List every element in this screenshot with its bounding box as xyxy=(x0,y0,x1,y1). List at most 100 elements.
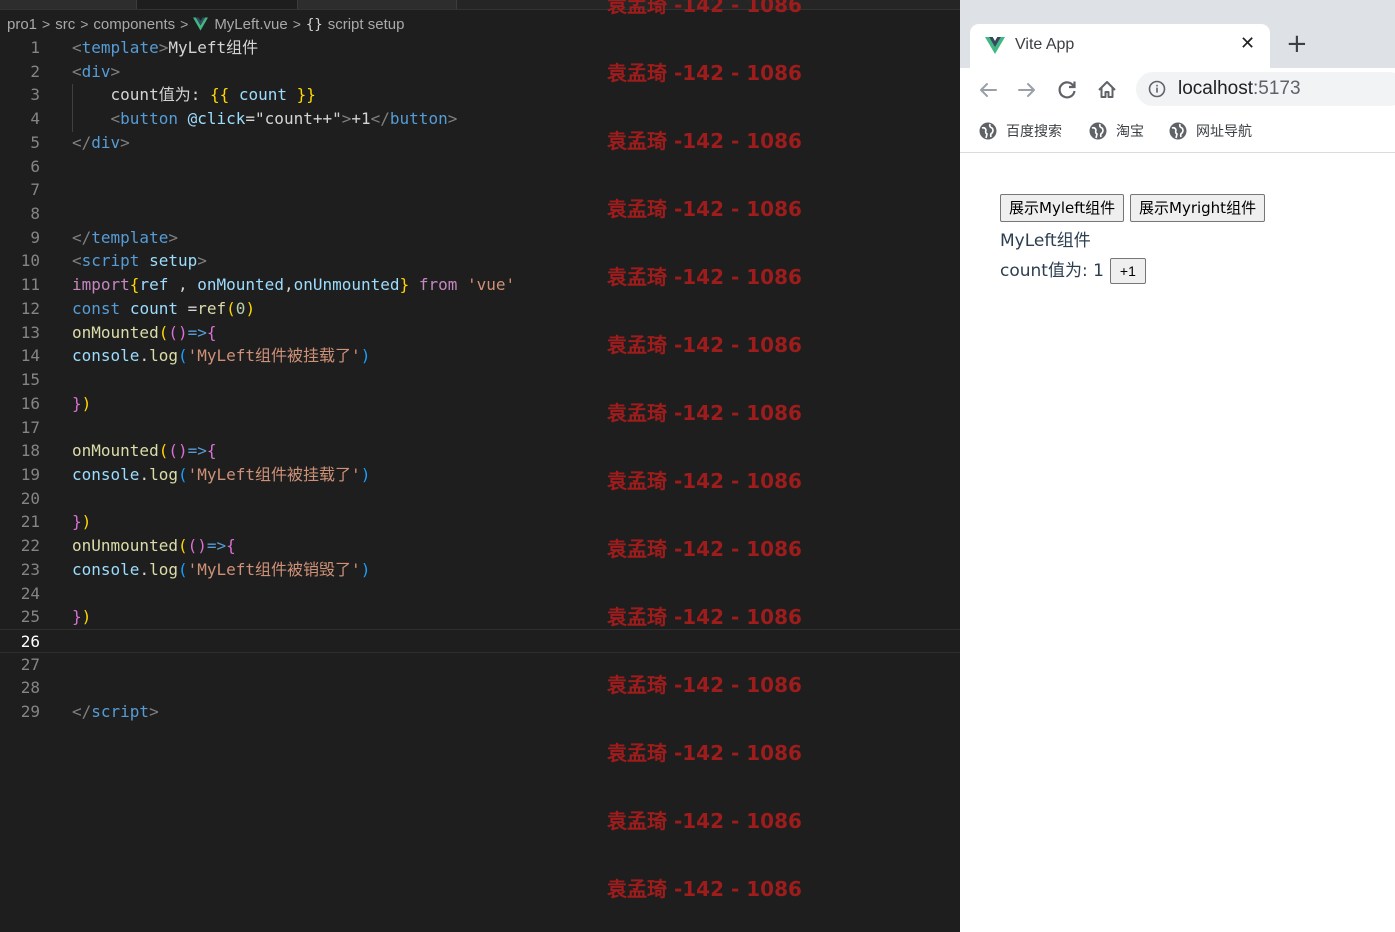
line-text: import{ref , onMounted,onUnmounted} from… xyxy=(72,273,515,297)
browser-tab[interactable]: Vite App ✕ xyxy=(970,24,1270,68)
code-line[interactable]: 1 <template>MyLeft组件 xyxy=(0,36,960,60)
forward-arrow-icon[interactable] xyxy=(1013,76,1041,104)
line-text: count值为: {{ count }} xyxy=(72,83,316,107)
line-text: <script setup> xyxy=(72,249,207,273)
code-line[interactable]: 8 xyxy=(0,202,960,226)
chevron-right-icon: > xyxy=(292,16,301,32)
code-line[interactable]: 29 </script> xyxy=(0,700,960,724)
code-line[interactable]: 23 console.log('MyLeft组件被销毁了') xyxy=(0,558,960,582)
show-myleft-button[interactable]: 展示Myleft组件 xyxy=(1000,194,1125,222)
bookmark-navigation[interactable]: 网址导航 xyxy=(1169,121,1252,143)
code-line[interactable]: 28 xyxy=(0,676,960,700)
code-line[interactable]: 3 count值为: {{ count }} xyxy=(0,83,960,107)
bookmark-baidu[interactable]: 百度搜索 xyxy=(979,121,1062,143)
code-token: () xyxy=(168,322,188,342)
back-arrow-icon[interactable] xyxy=(974,76,1002,104)
line-number: 28 xyxy=(20,678,40,698)
code-line[interactable]: 22 onUnmounted(()=>{ xyxy=(0,534,960,558)
tab-close-icon[interactable]: ✕ xyxy=(1240,34,1255,54)
code-line[interactable]: 21}) xyxy=(0,510,960,534)
code-token: 0 xyxy=(235,298,246,318)
code-token: , xyxy=(283,275,294,295)
line-number: 3 xyxy=(30,85,40,105)
code-token: ) xyxy=(81,607,92,627)
code-token: </ xyxy=(72,702,92,722)
code-line[interactable]: 18 onMounted(()=>{ xyxy=(0,439,960,463)
code-line[interactable]: 17 xyxy=(0,416,960,440)
code-line[interactable]: 2 <div> xyxy=(0,60,960,84)
line-number: 17 xyxy=(20,417,40,437)
reload-icon[interactable] xyxy=(1053,76,1081,104)
code-token: ) xyxy=(360,559,371,579)
bookmarks-bar: 百度搜索 淘宝 网址导航 xyxy=(960,112,1395,153)
line-number: 14 xyxy=(20,346,40,366)
bookmark-taobao[interactable]: 淘宝 xyxy=(1089,121,1144,143)
page-content: 展示Myleft组件 展示Myright组件 MyLeft组件 count值为:… xyxy=(960,153,1395,932)
code-line[interactable]: 11 import{ref , onMounted,onUnmounted} fr… xyxy=(0,273,960,297)
code-token: } xyxy=(399,275,410,295)
code-line[interactable]: 24 xyxy=(0,582,960,606)
code-token: }} xyxy=(296,85,316,105)
code-token: ) xyxy=(245,298,256,318)
show-myright-button[interactable]: 展示Myright组件 xyxy=(1130,194,1266,222)
code-token: const xyxy=(72,298,121,318)
breadcrumb-folder-src[interactable]: src xyxy=(55,16,75,33)
code-token: onMounted xyxy=(72,322,159,342)
line-number: 29 xyxy=(20,702,40,722)
code-token: . xyxy=(139,464,150,484)
code-token: { xyxy=(226,536,236,556)
line-number: 16 xyxy=(20,393,40,413)
watermark-text: 袁孟琦 -142 - 1086 xyxy=(607,741,802,765)
site-info-icon[interactable] xyxy=(1148,80,1166,102)
line-text: }) xyxy=(72,392,91,416)
editor-tab[interactable] xyxy=(0,0,137,9)
code-line[interactable]: 5 </div> xyxy=(0,131,960,155)
code-editor[interactable]: pro1 > src > components > MyLeft.vue >{} script … xyxy=(0,0,960,932)
breadcrumb-file[interactable]: MyLeft.vue xyxy=(214,16,287,33)
code-line[interactable]: 16}) xyxy=(0,392,960,416)
code-token: } xyxy=(72,607,82,627)
code-line[interactable]: 4 <button @click="count++">+1</button> xyxy=(0,107,960,131)
line-text: onMounted(()=>{ xyxy=(72,439,217,463)
new-tab-button[interactable]: + xyxy=(1286,30,1308,58)
code-token: +1 xyxy=(351,109,371,129)
code-token: > xyxy=(120,132,130,152)
code-line[interactable]: 7 xyxy=(0,178,960,202)
code-line[interactable]: 15 xyxy=(0,368,960,392)
code-line[interactable]: 14 console.log('MyLeft组件被挂载了') xyxy=(0,344,960,368)
code-token: > xyxy=(110,61,121,81)
line-text: console.log('MyLeft组件被挂载了') xyxy=(72,463,370,487)
code-line[interactable]: 20 xyxy=(0,487,960,511)
code-line[interactable]: 25}) xyxy=(0,605,960,629)
code-token: > xyxy=(149,702,159,722)
code-line[interactable]: 9 </template> xyxy=(0,226,960,250)
code-area[interactable]: 1 <template>MyLeft组件 2 <div> 3 count值为: {{ c… xyxy=(0,36,960,724)
home-icon[interactable] xyxy=(1093,76,1121,104)
code-token: } xyxy=(72,512,82,532)
editor-tab[interactable] xyxy=(298,0,457,9)
chevron-right-icon: > xyxy=(42,16,51,32)
code-token: button xyxy=(120,109,178,129)
code-line[interactable]: 27 xyxy=(0,653,960,677)
increment-button[interactable]: +1 xyxy=(1109,258,1146,284)
code-line[interactable]: 10 <script setup> xyxy=(0,249,960,273)
code-token: MyLeft组件 xyxy=(168,38,259,57)
breadcrumb-symbol[interactable]: script setup xyxy=(328,16,405,33)
address-bar[interactable]: localhost:5173 xyxy=(1136,72,1395,106)
code-token: => xyxy=(187,322,207,342)
code-line[interactable]: 12 const count =ref(0) xyxy=(0,297,960,321)
line-number: 7 xyxy=(30,180,40,200)
breadcrumb-folder-pro1[interactable]: pro1 xyxy=(7,16,37,33)
breadcrumb-folder-components[interactable]: components xyxy=(93,16,175,33)
code-line[interactable]: 6 xyxy=(0,155,960,179)
editor-tab-active[interactable] xyxy=(137,0,298,9)
code-line[interactable]: 26 xyxy=(0,628,960,653)
line-number: 27 xyxy=(20,654,40,674)
bookmark-label: 淘宝 xyxy=(1116,124,1144,140)
bookmark-label: 网址导航 xyxy=(1196,124,1252,140)
line-text: </script> xyxy=(72,700,159,724)
code-line[interactable]: 13 onMounted(()=>{ xyxy=(0,321,960,345)
code-line[interactable]: 19 console.log('MyLeft组件被挂载了') xyxy=(0,463,960,487)
